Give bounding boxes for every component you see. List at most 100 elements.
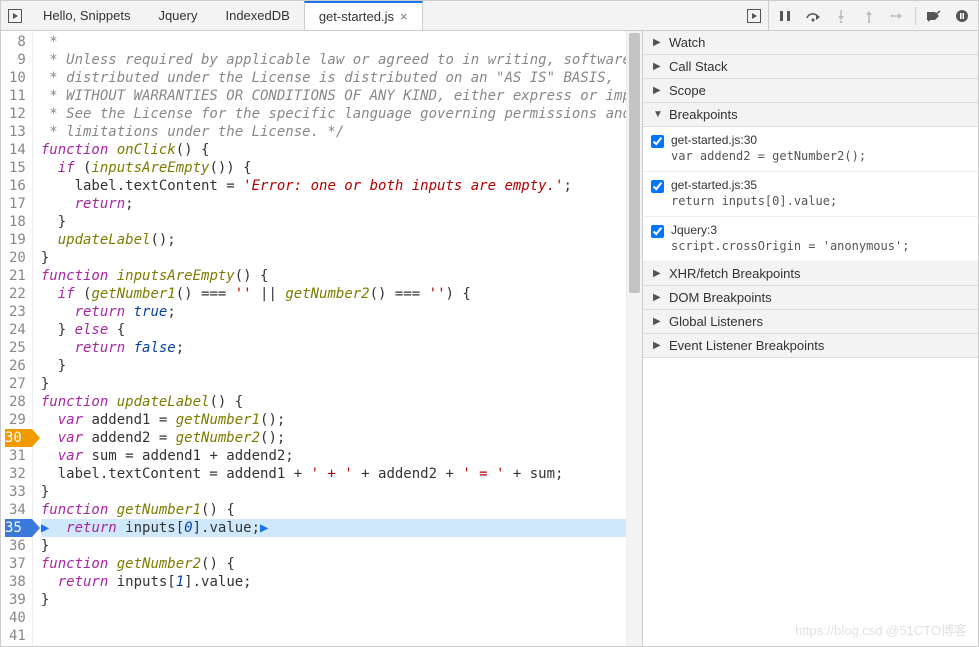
code-line[interactable]: return;	[41, 195, 626, 213]
line-number[interactable]: 14	[5, 141, 26, 159]
code-line[interactable]: function inputsAreEmpty() {	[41, 267, 626, 285]
code-line[interactable]: return true;	[41, 303, 626, 321]
line-number[interactable]: 11	[5, 87, 26, 105]
line-number[interactable]: 33	[5, 483, 26, 501]
code-line[interactable]: if (inputsAreEmpty()) {	[41, 159, 626, 177]
code-line[interactable]: return inputs[1].value;	[41, 573, 626, 591]
code-area[interactable]: * * Unless required by applicable law or…	[33, 31, 626, 646]
line-number[interactable]: 21	[5, 267, 26, 285]
pause-on-exceptions-button[interactable]	[952, 6, 972, 26]
line-number[interactable]: 10	[5, 69, 26, 87]
line-number[interactable]: 38	[5, 573, 26, 591]
code-line[interactable]: * distributed under the License is distr…	[41, 69, 626, 87]
breakpoint-checkbox[interactable]	[651, 225, 664, 238]
panel-xhr[interactable]: ▶XHR/fetch Breakpoints	[643, 262, 978, 286]
code-line[interactable]: updateLabel();	[41, 231, 626, 249]
step-over-button[interactable]	[803, 6, 823, 26]
breakpoint-checkbox[interactable]	[651, 180, 664, 193]
line-number[interactable]: 23	[5, 303, 26, 321]
code-line[interactable]: }	[41, 591, 626, 609]
code-line[interactable]: var sum = addend1 + addend2;	[41, 447, 626, 465]
line-number[interactable]: 36	[5, 537, 26, 555]
breakpoint-item[interactable]: Jquery:3script.crossOrigin = 'anonymous'…	[643, 217, 978, 262]
line-number[interactable]: 18	[5, 213, 26, 231]
tab-jquery[interactable]: Jquery	[144, 1, 211, 30]
close-icon[interactable]: ×	[400, 9, 408, 24]
line-number[interactable]: 24	[5, 321, 26, 339]
line-number[interactable]: 8	[5, 33, 26, 51]
line-number[interactable]: 29	[5, 411, 26, 429]
line-number[interactable]: 15	[5, 159, 26, 177]
tab-get-started-js[interactable]: get-started.js×	[304, 1, 423, 30]
line-number[interactable]: 40	[5, 609, 26, 627]
code-line[interactable]: var addend1 = getNumber1();	[41, 411, 626, 429]
panel-breakpoints[interactable]: ▼Breakpoints	[643, 103, 978, 127]
tab-indexeddb[interactable]: IndexedDB	[211, 1, 303, 30]
gutter[interactable]: 8910111213141516171819202122232425262728…	[1, 31, 33, 646]
line-number[interactable]: 20	[5, 249, 26, 267]
line-number[interactable]: 31	[5, 447, 26, 465]
code-line[interactable]: }	[41, 537, 626, 555]
panel-watch[interactable]: ▶Watch	[643, 31, 978, 55]
step-into-button[interactable]	[831, 6, 851, 26]
line-number[interactable]: 13	[5, 123, 26, 141]
code-line[interactable]: }	[41, 249, 626, 267]
panel-scope[interactable]: ▶Scope	[643, 79, 978, 103]
panel-dom[interactable]: ▶DOM Breakpoints	[643, 286, 978, 310]
line-number[interactable]: 37	[5, 555, 26, 573]
code-line[interactable]: *	[41, 33, 626, 51]
code-line[interactable]: * WITHOUT WARRANTIES OR CONDITIONS OF AN…	[41, 87, 626, 105]
code-line[interactable]: if (getNumber1() === '' || getNumber2() …	[41, 285, 626, 303]
code-line[interactable]: function getNumber1() {	[41, 501, 626, 519]
line-number[interactable]: 28	[5, 393, 26, 411]
line-number[interactable]: 27	[5, 375, 26, 393]
line-number[interactable]: 35	[5, 519, 32, 537]
step-button[interactable]	[887, 6, 907, 26]
code-scroll[interactable]: * * Unless required by applicable law or…	[33, 31, 626, 646]
code-line[interactable]: var addend2 = getNumber2();	[41, 429, 626, 447]
line-number[interactable]: 34	[5, 501, 26, 519]
line-number[interactable]: 25	[5, 339, 26, 357]
breakpoint-item[interactable]: get-started.js:30var addend2 = getNumber…	[643, 127, 978, 172]
tabbar-right-button[interactable]	[740, 1, 768, 30]
resume-button[interactable]	[775, 6, 795, 26]
code-line[interactable]: ▶ return inputs[0].value;▶	[41, 519, 626, 537]
tab-hello-snippets[interactable]: Hello, Snippets	[29, 1, 144, 30]
code-line[interactable]: } else {	[41, 321, 626, 339]
code-line[interactable]: label.textContent = addend1 + ' + ' + ad…	[41, 465, 626, 483]
code-line[interactable]: }	[41, 483, 626, 501]
panel-callstack[interactable]: ▶Call Stack	[643, 55, 978, 79]
line-number[interactable]: 39	[5, 591, 26, 609]
line-number[interactable]: 19	[5, 231, 26, 249]
code-line[interactable]	[41, 609, 626, 627]
code-line[interactable]: * See the License for the specific langu…	[41, 105, 626, 123]
line-number[interactable]: 41	[5, 627, 26, 645]
code-line[interactable]: function onClick() {	[41, 141, 626, 159]
line-number[interactable]: 9	[5, 51, 26, 69]
code-line[interactable]: }	[41, 375, 626, 393]
line-number[interactable]: 22	[5, 285, 26, 303]
tabbar-left-button[interactable]	[1, 1, 29, 30]
code-line[interactable]: * limitations under the License. */	[41, 123, 626, 141]
line-number[interactable]: 17	[5, 195, 26, 213]
line-number[interactable]: 12	[5, 105, 26, 123]
code-line[interactable]: label.textContent = 'Error: one or both …	[41, 177, 626, 195]
code-line[interactable]	[41, 627, 626, 645]
scrollbar-thumb[interactable]	[629, 33, 640, 293]
code-line[interactable]: }	[41, 357, 626, 375]
line-number[interactable]: 16	[5, 177, 26, 195]
deactivate-breakpoints-button[interactable]	[924, 6, 944, 26]
code-line[interactable]: }	[41, 213, 626, 231]
line-number[interactable]: 30	[5, 429, 32, 447]
vertical-scrollbar[interactable]	[626, 31, 642, 646]
line-number[interactable]: 26	[5, 357, 26, 375]
breakpoint-item[interactable]: get-started.js:35return inputs[0].value;	[643, 172, 978, 217]
code-line[interactable]: return false;	[41, 339, 626, 357]
line-number[interactable]: 32	[5, 465, 26, 483]
panel-event[interactable]: ▶Event Listener Breakpoints	[643, 334, 978, 358]
code-line[interactable]: function getNumber2() {	[41, 555, 626, 573]
step-out-button[interactable]	[859, 6, 879, 26]
code-line[interactable]: function updateLabel() {	[41, 393, 626, 411]
panel-global[interactable]: ▶Global Listeners	[643, 310, 978, 334]
breakpoint-checkbox[interactable]	[651, 135, 664, 148]
